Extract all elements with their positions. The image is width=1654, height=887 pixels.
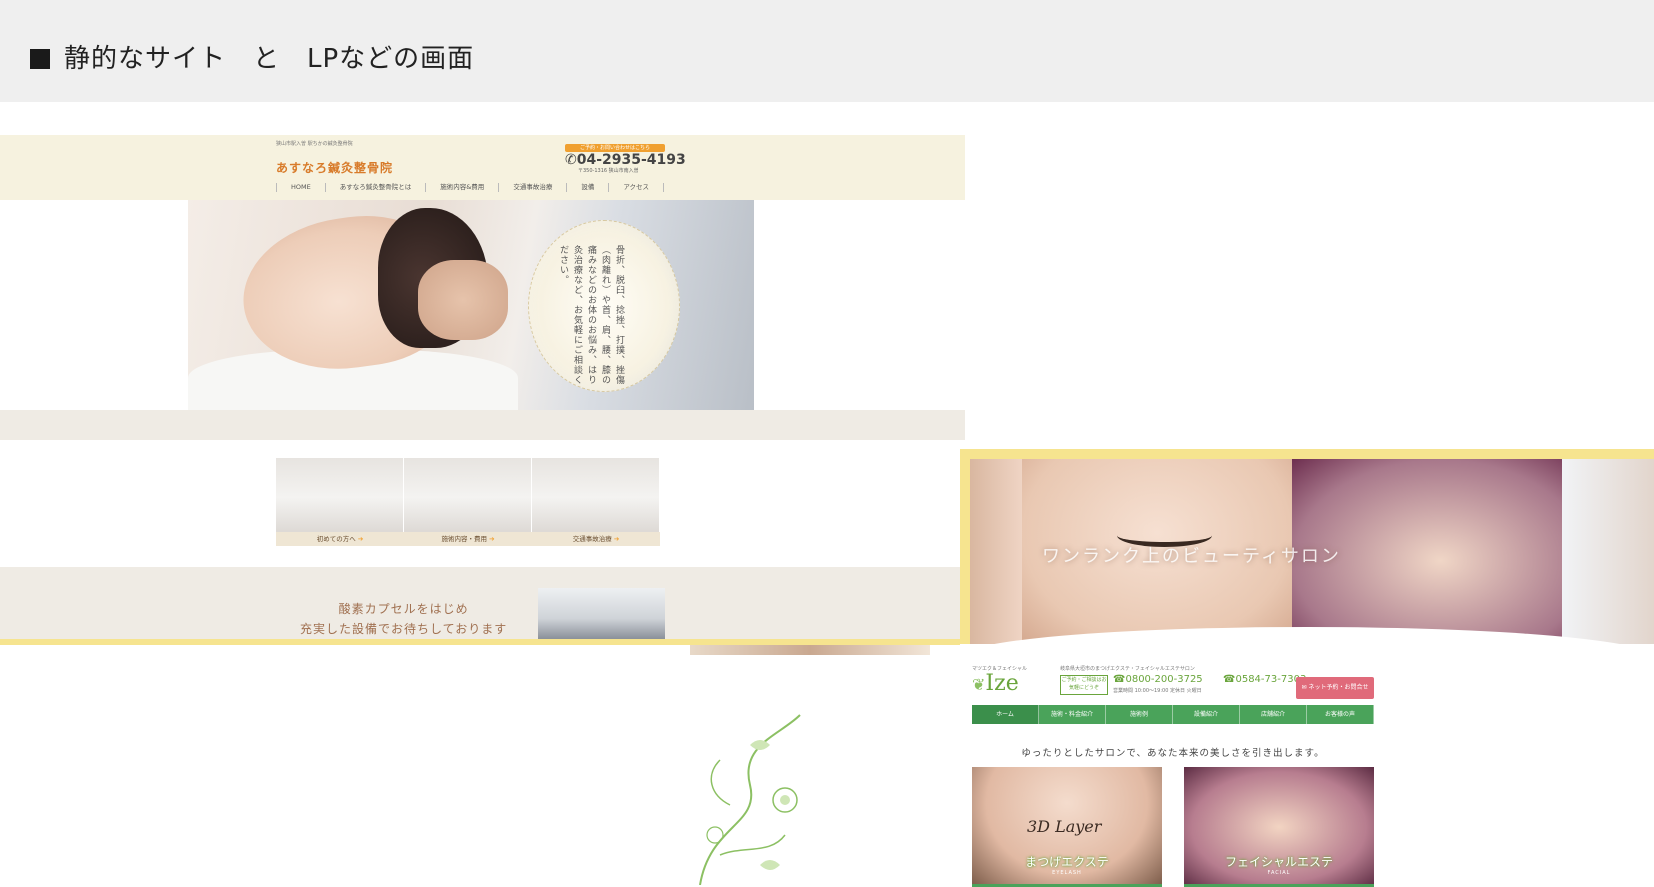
equipment-text-line-1: 酸素カプセルをはじめ [338, 602, 469, 616]
arrow-right-icon: ➔ [613, 535, 620, 543]
clinic-nav: HOME あすなろ鍼灸整骨院とは 施術内容&費用 交通事故治療 設備 アクセス [276, 183, 664, 192]
salon-tile-eng: 3D Layer [1027, 817, 1102, 836]
clinic-logo[interactable]: あすなろ鍼灸整骨院 [276, 159, 393, 176]
salon-lead-text: ゆったりとしたサロンで、あなた本来の美しさを引き出します。 [1021, 748, 1325, 759]
salon-logo[interactable]: ❦Ize [972, 671, 1019, 696]
clinic-site-screenshot: 狭山市駅入曽 駅ちかの鍼灸整骨院 あすなろ鍼灸整骨院 ご予約・お問い合わせはこち… [0, 135, 965, 645]
salon-nav-item[interactable]: 店舗紹介 [1240, 705, 1307, 724]
phone-icon: ☎ [1223, 674, 1236, 685]
equipment-text-line-2: 充実した設備でお待ちしております [300, 622, 508, 636]
clinic-cards: 初めての方へ ➔ 施術内容・費用 ➔ 交通事故治療 ➔ [276, 458, 660, 546]
slide-image [1562, 459, 1654, 644]
salon-nav-item[interactable]: 施術・料金紹介 [1039, 705, 1106, 724]
clinic-phone[interactable]: ✆04-2935-4193 [565, 152, 686, 168]
salon-nav: ホーム 施術・料金紹介 施術例 設備紹介 店舗紹介 お客様の声 [972, 705, 1374, 724]
arrow-right-icon: ➔ [357, 535, 364, 543]
salon-tile-title: フェイシャルエステ [1224, 855, 1333, 869]
mail-icon: ✉ [1301, 684, 1307, 691]
salon-phone-2[interactable]: ☎0584-73-7303 [1223, 674, 1306, 685]
clinic-divider-strip [0, 410, 965, 440]
clinic-tel-badge: ご予約・お問い合わせはこちら [565, 144, 665, 152]
salon-phone-1-number: 0800-200-3725 [1125, 674, 1203, 685]
salon-phone-1[interactable]: ☎0800-200-3725 [1113, 674, 1203, 685]
salon-notice: ご予約・ご相談はお気軽にどうぞ [1060, 675, 1108, 695]
salon-booking-label: ネット予約・お問合せ [1308, 684, 1369, 691]
clinic-address: 〒350-1316 狭山市南入曽 [578, 168, 639, 174]
salon-hours: 営業時間 10:00〜19:00 定休日 火曜日 [1113, 688, 1202, 694]
salon-nav-item[interactable]: お客様の声 [1307, 705, 1374, 724]
clinic-card-label: 初めての方へ ➔ [276, 532, 404, 546]
clinic-tagline: 狭山市駅入曽 駅ちかの鍼灸整骨院 [276, 141, 353, 147]
clinic-nav-item[interactable]: HOME [276, 183, 325, 192]
salon-slide-copy: ワンランク上のビューティサロン [1042, 546, 1341, 567]
salon-tile-sub: FACIAL [1267, 870, 1291, 876]
arrow-right-icon: ➔ [489, 535, 495, 543]
salon-nav-item[interactable]: 設備紹介 [1173, 705, 1240, 724]
hero-hand [418, 260, 508, 340]
salon-tile-title: まつげエクステ [1025, 855, 1109, 869]
clinic-phone-number: 04-2935-4193 [576, 152, 686, 168]
salon-site-screenshot: ワンランク上のビューティサロン マツエク＆フェイシャル ❦Ize 岐阜県大垣市の… [960, 449, 1654, 887]
clinic-equipment-section: 酸素カプセルをはじめ 充実した設備でお待ちしております [0, 567, 965, 639]
landing-top-strip [690, 645, 930, 655]
phone-icon: ✆ [565, 152, 577, 168]
salon-tile-facial[interactable]: フェイシャルエステ FACIAL [1184, 767, 1374, 887]
clinic-card[interactable]: 交通事故治療 ➔ [532, 458, 660, 546]
clinic-card-label: 施術内容・費用 ➔ [404, 532, 532, 546]
salon-nav-item[interactable]: ホーム [972, 705, 1039, 724]
clinic-hero-image: 骨折、脱臼、捻挫、打撲、挫傷（肉離れ）や首、肩、腰、膝の痛みなどのお体のお悩み、… [188, 200, 754, 410]
page-title-text: 静的なサイト と LPなどの画面 [64, 44, 475, 74]
clinic-nav-item[interactable]: 設備 [566, 183, 608, 192]
page-title: 静的なサイト と LPなどの画面 [30, 38, 474, 75]
clinic-nav-item[interactable]: アクセス [608, 183, 664, 192]
square-bullet-icon [30, 49, 50, 69]
salon-tile-eyelash[interactable]: 3D Layer まつげエクステ EYELASH [972, 767, 1162, 887]
equipment-text: 酸素カプセルをはじめ 充実した設備でお待ちしております [300, 599, 507, 639]
equipment-room-image [538, 588, 665, 639]
clinic-nav-item[interactable]: 施術内容&費用 [425, 183, 498, 192]
leaf-icon: ❦ [972, 675, 986, 694]
salon-nav-item[interactable]: 施術例 [1106, 705, 1173, 724]
clinic-nav-item[interactable]: 交通事故治療 [498, 183, 566, 192]
clinic-card[interactable]: 初めての方へ ➔ [276, 458, 404, 546]
clinic-card-label: 交通事故治療 ➔ [532, 532, 660, 546]
floral-ornament-left-icon [690, 705, 810, 885]
clinic-nav-item[interactable]: あすなろ鍼灸整骨院とは [324, 183, 426, 192]
salon-menu-tiles: 3D Layer まつげエクステ EYELASH フェイシャルエステ FACIA… [972, 767, 1374, 887]
salon-tile-sub: EYELASH [1052, 870, 1082, 876]
salon-logo-text: Ize [985, 671, 1019, 696]
salon-info: 岐阜県大垣市のまつげエクステ・フェイシャルエステサロン [1060, 666, 1195, 672]
hero-copy: 骨折、脱臼、捻挫、打撲、挫傷（肉離れ）や首、肩、腰、膝の痛みなどのお体のお悩み、… [558, 245, 624, 385]
clinic-card[interactable]: 施術内容・費用 ➔ [404, 458, 532, 546]
slide-image [970, 459, 1022, 644]
salon-booking-button[interactable]: ✉ ネット予約・お問合せ [1296, 677, 1374, 699]
phone-icon: ☎ [1113, 674, 1126, 685]
